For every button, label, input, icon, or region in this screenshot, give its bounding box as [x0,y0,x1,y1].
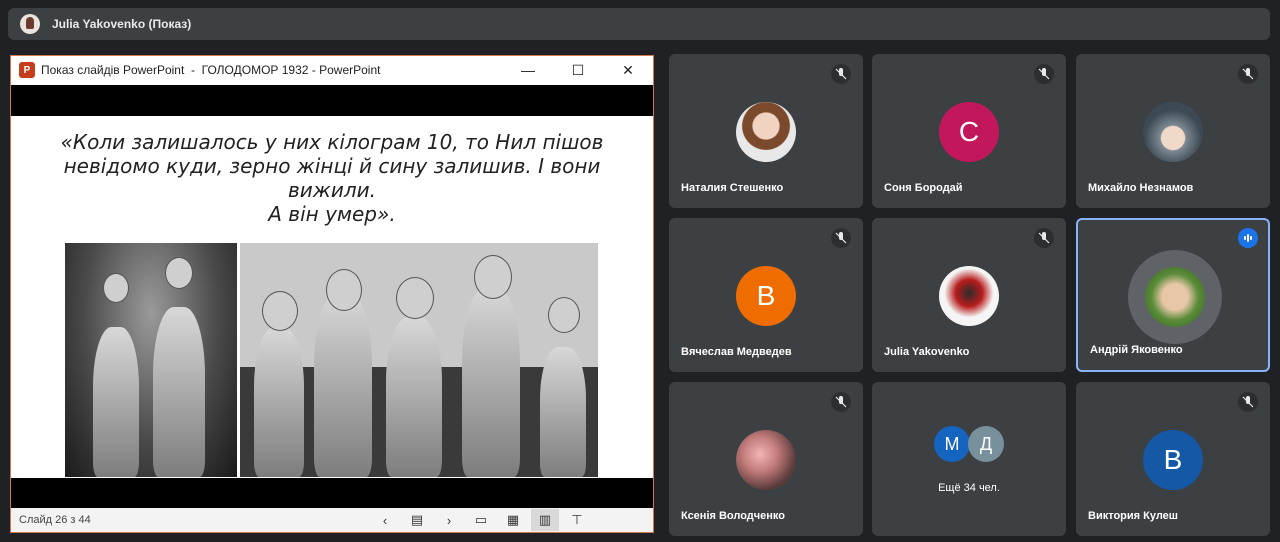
mic-off-icon [831,64,851,84]
participant-name: Вячеслав Медведев [681,346,792,358]
participant-avatar [736,102,796,162]
mic-off-icon [1034,228,1054,248]
participant-avatar [736,430,796,490]
minimize-button[interactable]: — [503,56,553,84]
mic-off-icon [1238,64,1258,84]
participant-avatar: С [939,102,999,162]
participant-avatar [1145,267,1205,327]
participant-avatar [939,266,999,326]
participant-tile[interactable]: В Виктория Кулеш [1076,382,1270,536]
mic-off-icon [831,228,851,248]
normal-view-icon[interactable]: ▭ [467,509,495,531]
powerpoint-window[interactable]: P Показ слайдів PowerPoint - ГОЛОДОМОР 1… [10,55,654,533]
quote-line: А він умер». [268,202,396,226]
historical-photo-1 [65,243,237,477]
mic-off-icon [1238,392,1258,412]
participant-tile[interactable]: Ксенія Володченко [669,382,863,536]
maximize-button[interactable]: ☐ [553,56,603,84]
more-participants-label: Ещё 34 чел. [938,482,1000,494]
slide-area: «Коли залишалось у них кілограм 10, то Н… [11,85,653,510]
quote-line: «Коли залишалось у них кілограм 10, то Н… [60,130,604,154]
speaking-ring [1128,250,1222,344]
participant-tile[interactable]: С Соня Бородай [872,54,1066,208]
notes-icon[interactable]: ▤ [403,509,431,531]
close-button[interactable]: ✕ [603,56,653,84]
participant-avatar: В [1143,430,1203,490]
participant-tile[interactable]: Julia Yakovenko [872,218,1066,372]
participant-tile[interactable]: Михайло Незнамов [1076,54,1270,208]
status-bar: Слайд 26 з 44 ‹ ▤ › ▭ ▦ ▥ ⊤ [11,508,653,532]
participant-name: Виктория Кулеш [1088,510,1178,522]
participant-tile[interactable]: В Вячеслав Медведев [669,218,863,372]
slideshow-icon[interactable]: ⊤ [563,509,591,531]
powerpoint-icon: P [19,62,35,78]
participant-name: Julia Yakovenko [884,346,970,358]
participant-tile[interactable]: Наталия Стешенко [669,54,863,208]
participant-name: Наталия Стешенко [681,182,784,194]
window-title: Показ слайдів PowerPoint - ГОЛОДОМОР 193… [41,63,381,77]
slide-sorter-icon[interactable]: ▦ [499,509,527,531]
more-participants-tile[interactable]: М Д Ещё 34 чел. [872,382,1066,536]
mic-off-icon [831,392,851,412]
window-titlebar: P Показ слайдів PowerPoint - ГОЛОДОМОР 1… [11,56,653,84]
participant-avatar: Д [968,426,1004,462]
historical-photo-2 [240,243,598,477]
participant-name: Андрій Яковенко [1090,344,1183,356]
participant-name: Соня Бородай [884,182,963,194]
slide-counter: Слайд 26 з 44 [19,514,91,526]
participant-avatar: М [934,426,970,462]
participant-tile-active-speaker[interactable]: Андрій Яковенко [1076,218,1270,372]
reading-view-icon[interactable]: ▥ [531,509,559,531]
audio-level-icon [1238,228,1258,248]
slide[interactable]: «Коли залишалось у них кілограм 10, то Н… [11,116,653,478]
next-slide-button[interactable]: › [435,509,463,531]
participant-name: Михайло Незнамов [1088,182,1194,194]
presenter-avatar [20,14,40,34]
participant-avatar [1143,102,1203,162]
slide-quote: «Коли залишалось у них кілограм 10, то Н… [31,130,633,226]
participant-avatar: В [736,266,796,326]
presenter-bar[interactable]: Julia Yakovenko (Показ) [8,8,1270,40]
prev-slide-button[interactable]: ‹ [371,509,399,531]
quote-line: невідомо куди, зерно жінці й сину залиши… [63,154,601,202]
participant-name: Ксенія Володченко [681,510,785,522]
presenter-name: Julia Yakovenko (Показ) [52,17,192,31]
mic-off-icon [1034,64,1054,84]
